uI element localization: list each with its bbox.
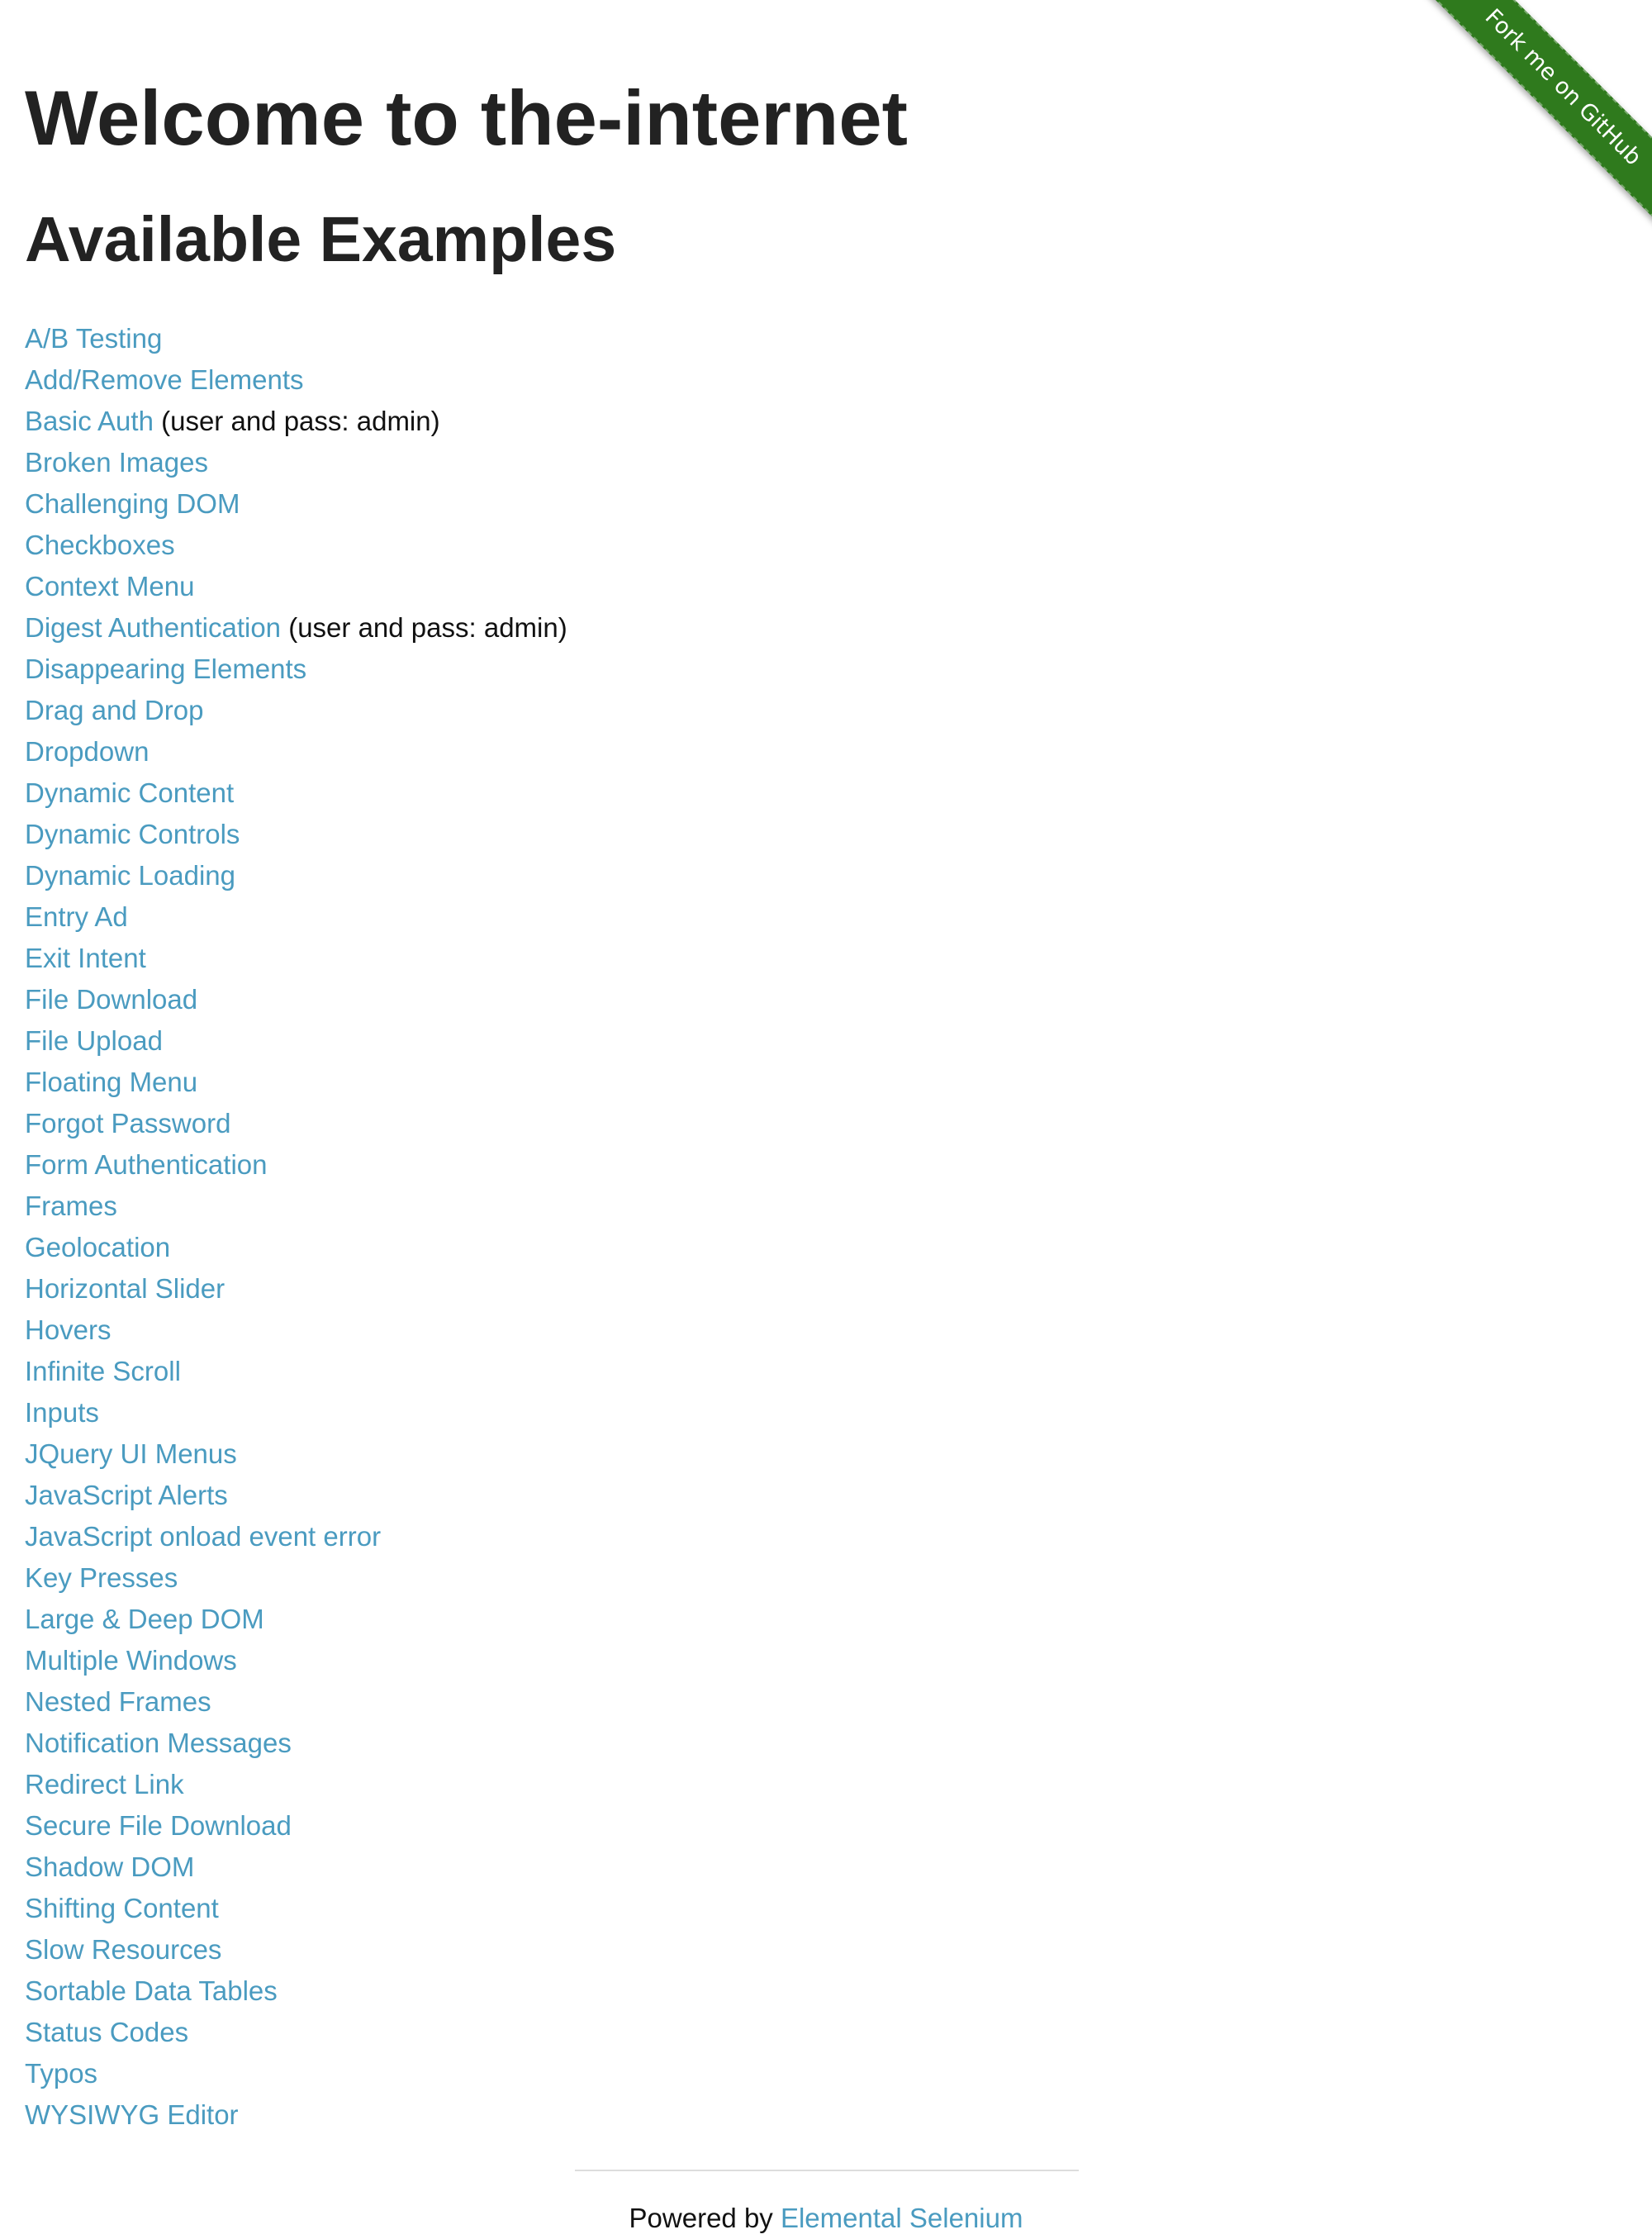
list-item: Multiple Windows — [25, 1640, 567, 1681]
example-link[interactable]: Typos — [25, 2058, 97, 2089]
example-link[interactable]: Floating Menu — [25, 1067, 197, 1097]
example-link[interactable]: Context Menu — [25, 571, 194, 601]
list-item: File Download — [25, 979, 567, 1020]
list-item: Context Menu — [25, 566, 567, 607]
fork-on-github-ribbon[interactable]: Fork me on GitHub — [1421, 0, 1652, 231]
list-item: JavaScript onload event error — [25, 1516, 567, 1557]
footer: Powered by Elemental Selenium — [0, 2198, 1652, 2239]
list-item: Digest Authentication (user and pass: ad… — [25, 607, 567, 649]
list-item: Drag and Drop — [25, 690, 567, 731]
example-link[interactable]: WYSIWYG Editor — [25, 2099, 239, 2130]
example-link[interactable]: Broken Images — [25, 447, 208, 478]
example-link[interactable]: Checkboxes — [25, 530, 175, 560]
list-item: Basic Auth (user and pass: admin) — [25, 401, 567, 442]
list-item: Notification Messages — [25, 1723, 567, 1764]
example-note: (user and pass: admin) — [288, 612, 567, 643]
example-link[interactable]: Dropdown — [25, 736, 149, 767]
list-item: Redirect Link — [25, 1764, 567, 1805]
example-link[interactable]: Form Authentication — [25, 1149, 268, 1180]
footer-prefix: Powered by — [629, 2203, 773, 2233]
example-link[interactable]: Status Codes — [25, 2017, 188, 2047]
example-link[interactable]: Hovers — [25, 1314, 112, 1345]
example-link[interactable]: Secure File Download — [25, 1810, 292, 1841]
example-link[interactable]: Geolocation — [25, 1232, 170, 1262]
list-item: Status Codes — [25, 2012, 567, 2053]
example-link[interactable]: Add/Remove Elements — [25, 364, 304, 395]
list-item: Large & Deep DOM — [25, 1599, 567, 1640]
example-link[interactable]: Notification Messages — [25, 1728, 292, 1758]
example-link[interactable]: Dynamic Controls — [25, 819, 240, 849]
list-item: Key Presses — [25, 1557, 567, 1599]
list-item: Nested Frames — [25, 1681, 567, 1723]
example-link[interactable]: Redirect Link — [25, 1769, 184, 1799]
list-item: Typos — [25, 2053, 567, 2094]
example-link[interactable]: JQuery UI Menus — [25, 1438, 237, 1469]
list-item: File Upload — [25, 1020, 567, 1062]
list-item: A/B Testing — [25, 318, 567, 359]
list-item: Dropdown — [25, 731, 567, 772]
example-link[interactable]: File Download — [25, 984, 197, 1015]
example-link[interactable]: Horizontal Slider — [25, 1273, 225, 1304]
list-item: Entry Ad — [25, 896, 567, 938]
list-item: Sortable Data Tables — [25, 1970, 567, 2012]
example-link[interactable]: Large & Deep DOM — [25, 1604, 264, 1634]
example-link[interactable]: Basic Auth — [25, 406, 154, 436]
elemental-selenium-link[interactable]: Elemental Selenium — [781, 2203, 1023, 2233]
example-note: (user and pass: admin) — [161, 406, 440, 436]
list-item: Secure File Download — [25, 1805, 567, 1847]
example-link[interactable]: Challenging DOM — [25, 488, 240, 519]
examples-list: A/B Testing Add/Remove Elements Basic Auth… — [25, 318, 567, 2136]
example-link[interactable]: Shadow DOM — [25, 1852, 194, 1882]
list-item: JQuery UI Menus — [25, 1433, 567, 1475]
list-item: Shadow DOM — [25, 1847, 567, 1888]
example-link[interactable]: Inputs — [25, 1397, 99, 1428]
list-item: Forgot Password — [25, 1103, 567, 1144]
list-item: Form Authentication — [25, 1144, 567, 1186]
list-item: WYSIWYG Editor — [25, 2094, 567, 2136]
list-item: Add/Remove Elements — [25, 359, 567, 401]
list-item: Slow Resources — [25, 1929, 567, 1970]
example-link[interactable]: Digest Authentication — [25, 612, 281, 643]
example-link[interactable]: Dynamic Content — [25, 777, 234, 808]
list-item: Horizontal Slider — [25, 1268, 567, 1310]
page-title: Welcome to the-internet — [25, 74, 908, 161]
footer-divider — [575, 2170, 1079, 2171]
list-item: Broken Images — [25, 442, 567, 483]
example-link[interactable]: Entry Ad — [25, 901, 128, 932]
list-item: Inputs — [25, 1392, 567, 1433]
list-item: Exit Intent — [25, 938, 567, 979]
example-link[interactable]: Dynamic Loading — [25, 860, 235, 891]
list-item: Challenging DOM — [25, 483, 567, 525]
list-item: Shifting Content — [25, 1888, 567, 1929]
list-item: Floating Menu — [25, 1062, 567, 1103]
list-item: Checkboxes — [25, 525, 567, 566]
example-link[interactable]: Slow Resources — [25, 1934, 221, 1965]
example-link[interactable]: JavaScript Alerts — [25, 1480, 228, 1510]
fork-on-github-label: Fork me on GitHub — [1421, 0, 1652, 231]
example-link[interactable]: Multiple Windows — [25, 1645, 237, 1676]
example-link[interactable]: Key Presses — [25, 1562, 178, 1593]
example-link[interactable]: Nested Frames — [25, 1686, 211, 1717]
example-link[interactable]: JavaScript onload event error — [25, 1521, 381, 1552]
list-item: Geolocation — [25, 1227, 567, 1268]
example-link[interactable]: Frames — [25, 1191, 117, 1221]
list-item: Dynamic Content — [25, 772, 567, 814]
example-link[interactable]: Forgot Password — [25, 1108, 230, 1139]
section-title: Available Examples — [25, 204, 617, 275]
example-link[interactable]: Drag and Drop — [25, 695, 203, 725]
example-link[interactable]: Exit Intent — [25, 943, 146, 973]
example-link[interactable]: A/B Testing — [25, 323, 162, 354]
example-link[interactable]: Infinite Scroll — [25, 1356, 181, 1386]
list-item: JavaScript Alerts — [25, 1475, 567, 1516]
example-link[interactable]: Shifting Content — [25, 1893, 219, 1923]
example-link[interactable]: Sortable Data Tables — [25, 1975, 278, 2006]
list-item: Disappearing Elements — [25, 649, 567, 690]
list-item: Hovers — [25, 1310, 567, 1351]
list-item: Infinite Scroll — [25, 1351, 567, 1392]
list-item: Frames — [25, 1186, 567, 1227]
list-item: Dynamic Loading — [25, 855, 567, 896]
example-link[interactable]: Disappearing Elements — [25, 654, 306, 684]
list-item: Dynamic Controls — [25, 814, 567, 855]
example-link[interactable]: File Upload — [25, 1025, 163, 1056]
